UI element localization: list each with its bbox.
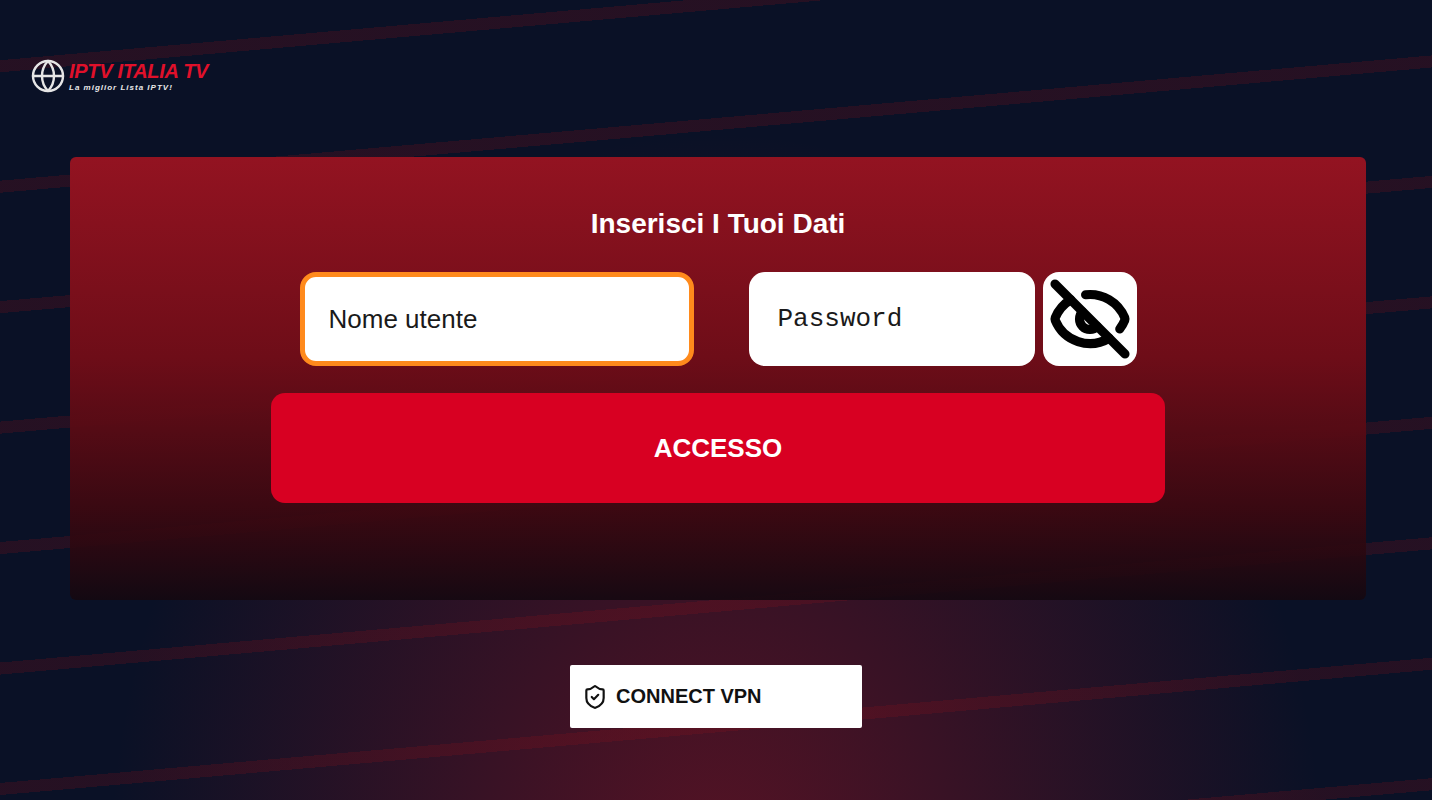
username-field[interactable] (300, 272, 694, 366)
login-screen: IPTV ITALIA TV La miglior Lista IPTV! Inse… (0, 0, 1432, 800)
vpn-button[interactable]: CONNECT VPN (570, 665, 862, 728)
password-field[interactable] (749, 272, 1035, 366)
form-title: Inserisci I Tuoi Dati (591, 207, 846, 241)
submit-button[interactable]: ACCESSO (271, 393, 1165, 503)
field-row (300, 272, 1137, 366)
globe-icon (30, 58, 66, 94)
vpn-row: CONNECT VPN (0, 665, 1432, 728)
header: IPTV ITALIA TV La miglior Lista IPTV! (0, 0, 1432, 157)
logo-title: IPTV ITALIA TV (69, 61, 208, 81)
eye-off-icon (1048, 277, 1132, 361)
password-toggle-button[interactable] (1043, 272, 1137, 366)
logo: IPTV ITALIA TV La miglior Lista IPTV! (30, 58, 208, 94)
shield-icon (582, 684, 608, 710)
logo-text: IPTV ITALIA TV La miglior Lista IPTV! (69, 61, 208, 92)
login-card: Inserisci I Tuoi Dati ACCESSO (70, 157, 1366, 600)
logo-subtitle: La miglior Lista IPTV! (69, 84, 208, 92)
